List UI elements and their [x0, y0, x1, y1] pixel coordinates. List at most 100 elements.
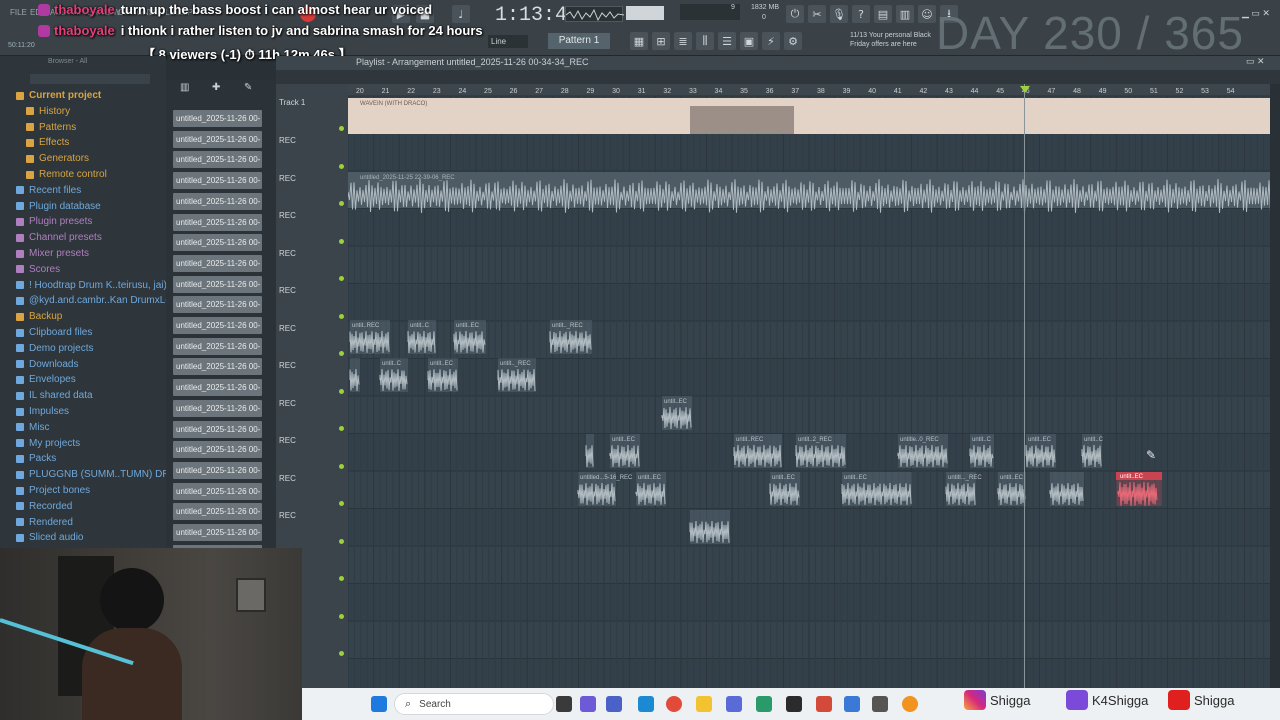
track-rec-label[interactable]: REC: [279, 286, 296, 295]
channel-button[interactable]: untitled_2025-11-26 00-: [173, 399, 262, 417]
browser-item[interactable]: History: [26, 106, 70, 117]
channel-button[interactable]: untitled_2025-11-26 00-: [173, 337, 262, 355]
browser-item[interactable]: Impulses: [16, 406, 69, 417]
browser-item[interactable]: Clipboard files: [16, 327, 92, 338]
piano-roll-icon[interactable]: ⊞: [652, 32, 670, 50]
track-mute-led[interactable]: [339, 163, 344, 169]
channel-button[interactable]: untitled_2025-11-26 00-: [173, 461, 262, 479]
fl-studio-icon[interactable]: [902, 696, 918, 712]
track-rec-label[interactable]: REC: [279, 361, 296, 370]
track-mute-led[interactable]: [339, 426, 344, 431]
track-name[interactable]: Track 1: [279, 98, 305, 107]
tools-icon[interactable]: ⚙: [784, 32, 802, 50]
teams-icon[interactable]: [606, 696, 622, 712]
browser-item[interactable]: Project bones: [16, 485, 90, 496]
channel-button[interactable]: untitled_2025-11-26 00-: [173, 524, 262, 541]
track-rec-label[interactable]: REC: [279, 436, 296, 445]
track-rec-label[interactable]: REC: [279, 399, 296, 408]
metronome-icon[interactable]: ♩: [452, 5, 470, 23]
pattern-selector[interactable]: Pattern 1: [548, 33, 610, 49]
browser-item[interactable]: Patterns: [26, 122, 76, 133]
channel-rack-icon[interactable]: ≣: [674, 32, 692, 50]
browser-item[interactable]: Downloads: [16, 359, 78, 370]
cut-icon[interactable]: ✂: [808, 5, 826, 23]
track-mute-led[interactable]: [339, 538, 344, 544]
save-icon[interactable]: ▤: [874, 5, 892, 23]
copilot-icon[interactable]: [580, 696, 596, 712]
chat-icon[interactable]: ☺: [918, 5, 936, 23]
channel-button[interactable]: untitled_2025-11-26 00-: [173, 420, 262, 438]
track-rec-label[interactable]: REC: [279, 474, 296, 483]
browser-item[interactable]: Rendered: [16, 517, 73, 528]
track-mute-led[interactable]: [339, 351, 344, 356]
browser-icon[interactable]: ☰: [718, 32, 736, 50]
track-mute-led[interactable]: [339, 463, 344, 469]
channel-button[interactable]: untitled_2025-11-26 00-: [173, 441, 262, 459]
plugin-picker-icon[interactable]: ▣: [740, 32, 758, 50]
channel-button[interactable]: untitled_2025-11-26 00-: [173, 254, 262, 272]
task-view-icon[interactable]: [556, 696, 572, 712]
channel-button[interactable]: untitled_2025-11-26 00-: [173, 296, 262, 314]
mic-icon[interactable]: 🎙: [830, 5, 848, 23]
browser-item[interactable]: My projects: [16, 438, 80, 449]
rack-edit-icon[interactable]: ✎: [244, 82, 252, 93]
browser-item[interactable]: ! Hoodtrap Drum K..teirusu, jai) (2): [16, 280, 182, 291]
channel-button[interactable]: untitled_2025-11-26 00-: [173, 482, 262, 500]
track-rec-label[interactable]: REC: [279, 249, 296, 258]
app-icon[interactable]: [844, 696, 860, 712]
track-mute-led[interactable]: [339, 388, 344, 394]
browser-item[interactable]: Plugin presets: [16, 216, 92, 227]
channel-button[interactable]: untitled_2025-11-26 00-: [173, 110, 262, 127]
browser-item[interactable]: Demo projects: [16, 343, 93, 354]
taskbar-search[interactable]: ⌕ Search: [394, 693, 554, 715]
app-icon[interactable]: [786, 696, 802, 712]
browser-item[interactable]: Current project: [16, 90, 101, 101]
file-explorer-icon[interactable]: [696, 696, 712, 712]
track-mute-led[interactable]: [339, 201, 344, 206]
app-icon[interactable]: [872, 696, 888, 712]
track-mute-led[interactable]: [339, 613, 344, 619]
menu-file[interactable]: FILE: [10, 8, 27, 17]
channel-button[interactable]: untitled_2025-11-26 00-: [173, 130, 262, 148]
playlist-icon[interactable]: ▦: [630, 32, 648, 50]
browser-item[interactable]: Misc: [16, 422, 50, 433]
channel-button[interactable]: untitled_2025-11-26 00-: [173, 192, 262, 210]
track-mute-led[interactable]: [339, 313, 344, 319]
track-rec-label[interactable]: REC: [279, 136, 296, 145]
channel-button[interactable]: untitled_2025-11-26 00-: [173, 358, 262, 376]
browser-item[interactable]: Recorded: [16, 501, 72, 512]
browser-item[interactable]: Plugin database: [16, 201, 101, 212]
browser-item[interactable]: Envelopes: [16, 374, 76, 385]
rack-add-icon[interactable]: ✚: [212, 82, 220, 93]
discord-icon[interactable]: [726, 696, 742, 712]
browser-item[interactable]: Channel presets: [16, 232, 102, 243]
track-mute-led[interactable]: [339, 576, 344, 581]
track-rec-label[interactable]: REC: [279, 324, 296, 333]
windows-start-icon[interactable]: [371, 696, 387, 712]
playlist-window-controls[interactable]: ▭ ✕: [1246, 56, 1265, 67]
track-rec-label[interactable]: REC: [279, 211, 296, 220]
channel-button[interactable]: untitled_2025-11-26 00-: [173, 379, 262, 397]
browser-item[interactable]: Backup: [16, 311, 62, 322]
chrome-icon[interactable]: [666, 696, 682, 712]
rack-grid-icon[interactable]: ▥: [180, 82, 189, 93]
channel-button[interactable]: untitled_2025-11-26 00-: [173, 275, 262, 293]
browser-item[interactable]: Generators: [26, 153, 89, 164]
channel-button[interactable]: untitled_2025-11-26 00-: [173, 503, 262, 521]
browser-item[interactable]: Packs: [16, 453, 56, 464]
channel-button[interactable]: untitled_2025-11-26 00-: [173, 317, 262, 334]
app-icon[interactable]: [816, 696, 832, 712]
channel-button[interactable]: untitled_2025-11-26 00-: [173, 234, 262, 252]
track-mute-led[interactable]: [339, 651, 344, 656]
browser-item[interactable]: Mixer presets: [16, 248, 89, 259]
browser-item[interactable]: IL shared data: [16, 390, 93, 401]
track-mute-led[interactable]: [339, 238, 344, 244]
export-icon[interactable]: ▥: [896, 5, 914, 23]
plugin-icon[interactable]: ⚡: [762, 32, 780, 50]
track-rec-label[interactable]: REC: [279, 511, 296, 520]
channel-button[interactable]: untitled_2025-11-26 00-: [173, 151, 262, 169]
track-mute-led[interactable]: [339, 126, 344, 131]
snap-select[interactable]: Line: [488, 35, 528, 48]
help-icon[interactable]: ?: [852, 5, 870, 23]
track-mute-led[interactable]: [339, 501, 344, 506]
